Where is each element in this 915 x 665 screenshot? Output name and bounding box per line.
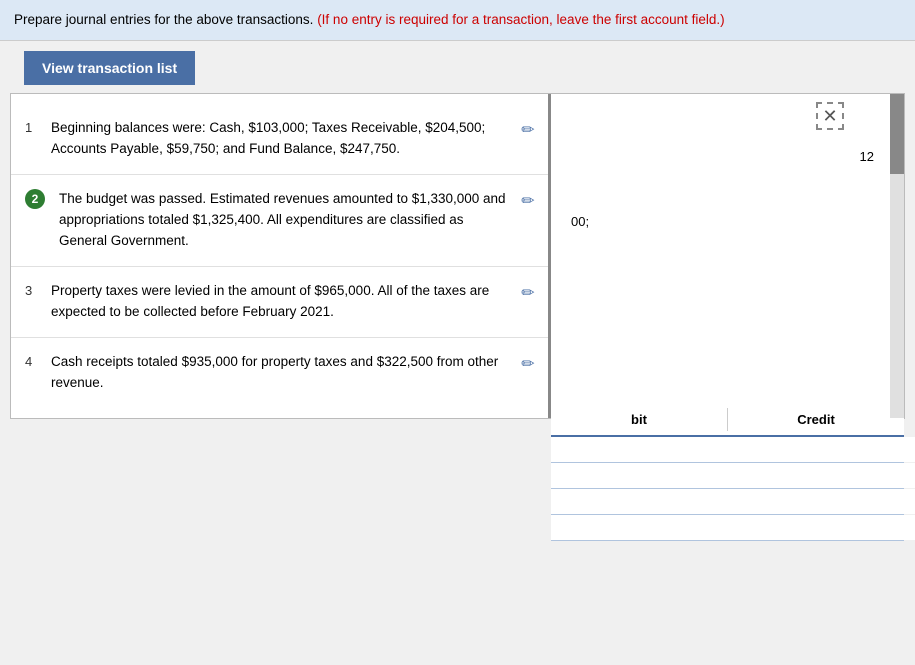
- journal-row: [551, 437, 904, 463]
- transaction-item-4: 4 Cash receipts totaled $935,000 for pro…: [11, 338, 548, 408]
- debit-header: bit: [551, 408, 728, 431]
- x-symbol: ✕: [822, 106, 837, 127]
- credit-cell-2[interactable]: [738, 463, 915, 488]
- tx-text-2: The budget was passed. Estimated revenue…: [59, 189, 510, 252]
- transaction-item-3: 3 Property taxes were levied in the amou…: [11, 267, 548, 338]
- edit-icon-2[interactable]: ✏: [518, 191, 538, 211]
- credit-header: Credit: [728, 408, 904, 431]
- transaction-item: 1 Beginning balances were: Cash, $103,00…: [11, 104, 548, 175]
- instruction-banner: Prepare journal entries for the above tr…: [0, 0, 915, 41]
- debit-cell-2[interactable]: [551, 463, 738, 488]
- transaction-item-2: 2 The budget was passed. Estimated reven…: [11, 175, 548, 267]
- tx-text-3: Property taxes were levied in the amount…: [51, 281, 510, 323]
- debit-cell-4[interactable]: [551, 515, 738, 540]
- view-transactions-button[interactable]: View transaction list: [24, 51, 195, 85]
- edit-icon-4[interactable]: ✏: [518, 354, 538, 374]
- right-number-display: 12: [860, 149, 874, 164]
- tx-number-1: 1: [25, 120, 43, 135]
- transaction-list-panel: 1 Beginning balances were: Cash, $103,00…: [11, 94, 551, 417]
- instruction-normal-text: Prepare journal entries for the above tr…: [14, 12, 313, 27]
- tx-text-4: Cash receipts totaled $935,000 for prope…: [51, 352, 510, 394]
- edit-icon-3[interactable]: ✏: [518, 283, 538, 303]
- journal-rows: [551, 437, 904, 541]
- debit-cell-1[interactable]: [551, 437, 738, 462]
- tx-text-1: Beginning balances were: Cash, $103,000;…: [51, 118, 510, 160]
- right-panel: ✕ 12 00; bit Credit: [551, 94, 904, 417]
- instruction-red-text: (If no entry is required for a transacti…: [317, 12, 724, 27]
- journal-table-area: bit Credit: [551, 404, 904, 417]
- scrollbar[interactable]: [890, 94, 904, 417]
- main-area: 1 Beginning balances were: Cash, $103,00…: [10, 93, 905, 418]
- journal-header: bit Credit: [551, 404, 904, 437]
- credit-cell-3[interactable]: [738, 489, 915, 514]
- journal-row: [551, 489, 904, 515]
- edit-icon-1[interactable]: ✏: [518, 120, 538, 140]
- debit-cell-3[interactable]: [551, 489, 738, 514]
- journal-row: [551, 515, 904, 541]
- button-row: View transaction list: [12, 41, 903, 85]
- right-partial-display: 00;: [571, 214, 589, 229]
- credit-cell-1[interactable]: [738, 437, 915, 462]
- journal-row: [551, 463, 904, 489]
- tx-number-2: 2: [25, 189, 45, 209]
- close-icon[interactable]: ✕: [816, 102, 844, 130]
- credit-cell-4[interactable]: [738, 515, 915, 540]
- tx-number-4: 4: [25, 354, 43, 369]
- scrollbar-thumb[interactable]: [890, 94, 904, 174]
- tx-number-3: 3: [25, 283, 43, 298]
